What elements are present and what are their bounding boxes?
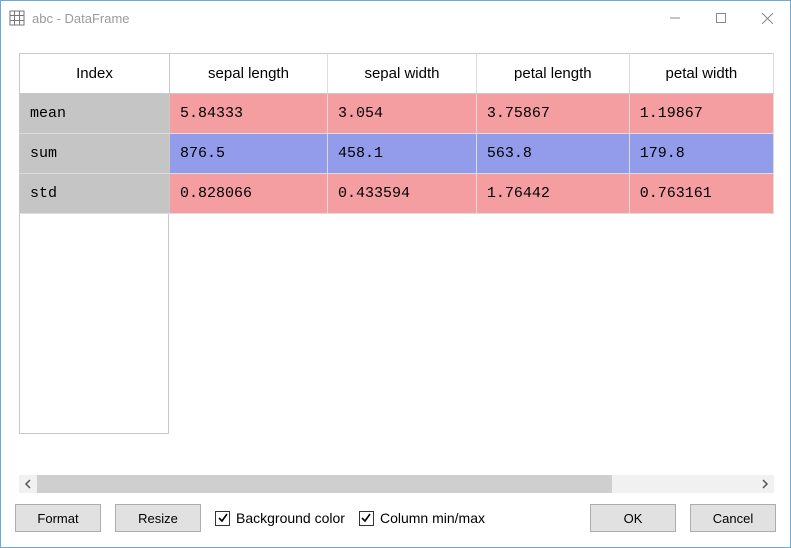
close-button[interactable]: [744, 1, 790, 35]
cell[interactable]: 5.84333: [170, 94, 328, 134]
column-minmax-checkbox[interactable]: Column min/max: [359, 510, 485, 526]
scroll-thumb[interactable]: [37, 475, 612, 493]
column-header[interactable]: petal length: [476, 54, 629, 94]
checkbox-icon: [359, 511, 374, 526]
column-minmax-label: Column min/max: [380, 510, 485, 526]
minimize-button[interactable]: [652, 1, 698, 35]
footer-toolbar: Format Resize Background color Column mi…: [1, 499, 790, 547]
cell[interactable]: 0.763161: [629, 174, 773, 214]
window-title: abc - DataFrame: [32, 11, 130, 26]
maximize-button[interactable]: [698, 1, 744, 35]
titlebar: abc - DataFrame: [1, 1, 790, 35]
cell[interactable]: 1.19867: [629, 94, 773, 134]
row-index[interactable]: sum: [20, 134, 170, 174]
format-button[interactable]: Format: [15, 504, 101, 532]
column-header[interactable]: sepal width: [328, 54, 477, 94]
column-header[interactable]: petal width: [629, 54, 773, 94]
horizontal-scrollbar[interactable]: [19, 475, 774, 493]
checkbox-icon: [215, 511, 230, 526]
scroll-track[interactable]: [37, 475, 756, 493]
table-row: std 0.828066 0.433594 1.76442 0.763161: [20, 174, 774, 214]
cancel-button[interactable]: Cancel: [690, 504, 776, 532]
table-row: mean 5.84333 3.054 3.75867 1.19867: [20, 94, 774, 134]
cell[interactable]: 1.76442: [476, 174, 629, 214]
ok-button[interactable]: OK: [590, 504, 676, 532]
dataframe-table: Index sepal length sepal width petal len…: [19, 53, 774, 214]
content-area: Index sepal length sepal width petal len…: [1, 35, 790, 499]
cell[interactable]: 458.1: [328, 134, 477, 174]
cell[interactable]: 876.5: [170, 134, 328, 174]
dataframe-grid[interactable]: Index sepal length sepal width petal len…: [19, 53, 774, 467]
cell[interactable]: 179.8: [629, 134, 773, 174]
row-index[interactable]: mean: [20, 94, 170, 134]
cell[interactable]: 0.828066: [170, 174, 328, 214]
index-header[interactable]: Index: [20, 54, 170, 94]
row-index[interactable]: std: [20, 174, 170, 214]
cell[interactable]: 563.8: [476, 134, 629, 174]
resize-button[interactable]: Resize: [115, 504, 201, 532]
scroll-right-icon[interactable]: [756, 475, 774, 493]
background-color-checkbox[interactable]: Background color: [215, 510, 345, 526]
column-header[interactable]: sepal length: [170, 54, 328, 94]
cell[interactable]: 0.433594: [328, 174, 477, 214]
dataframe-app-icon: [9, 10, 25, 26]
scroll-left-icon[interactable]: [19, 475, 37, 493]
window: abc - DataFrame Index sepal length sepal…: [0, 0, 791, 548]
index-blank-area: [19, 214, 169, 434]
table-row: sum 876.5 458.1 563.8 179.8: [20, 134, 774, 174]
cell[interactable]: 3.75867: [476, 94, 629, 134]
background-color-label: Background color: [236, 510, 345, 526]
cell[interactable]: 3.054: [328, 94, 477, 134]
